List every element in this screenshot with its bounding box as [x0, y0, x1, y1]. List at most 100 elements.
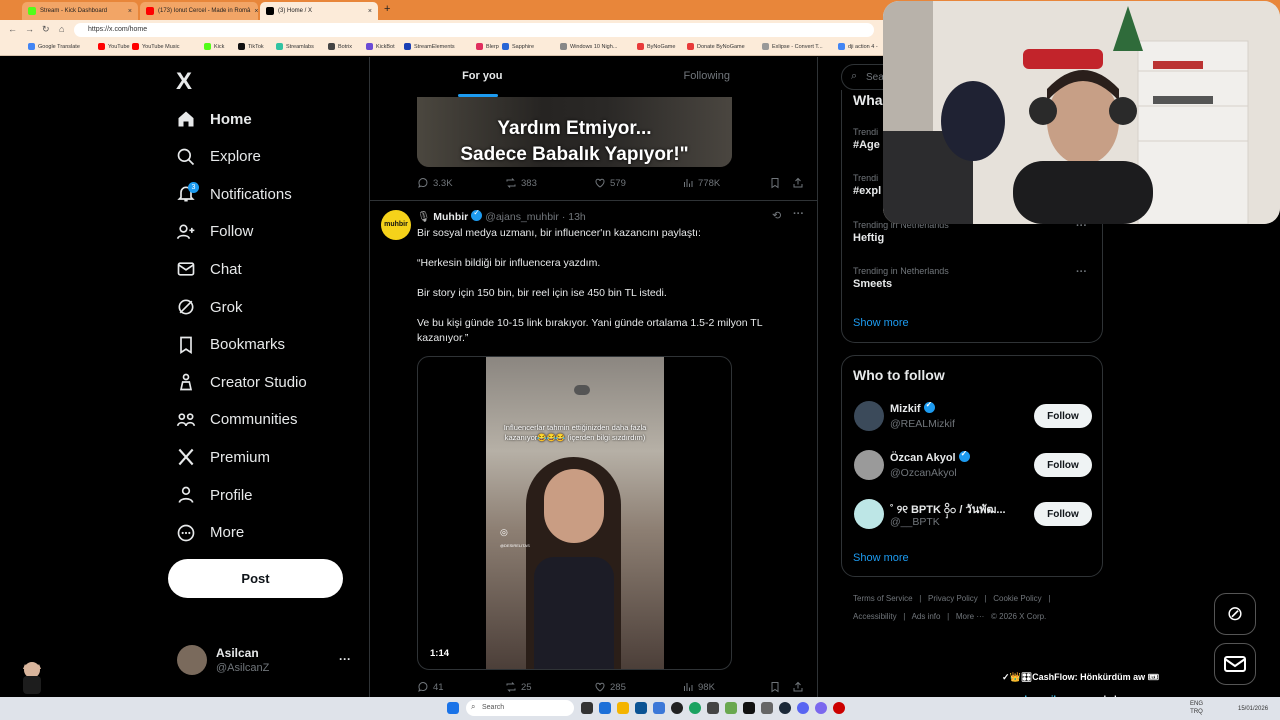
repost-button[interactable]: 383 — [505, 177, 537, 189]
sidebar-item-explore[interactable]: Explore — [176, 143, 261, 171]
views-button[interactable]: 98K — [682, 681, 715, 693]
windows-start-icon[interactable] — [447, 702, 459, 714]
sidebar-item-home[interactable]: Home — [176, 105, 252, 133]
discord-icon[interactable] — [797, 702, 809, 714]
bookmark-item[interactable]: Streamlabs — [276, 43, 314, 50]
sidebar-item-bookmarks[interactable]: Bookmarks — [176, 331, 285, 359]
footer-link[interactable]: Ads info — [912, 612, 941, 621]
follow-suggestion[interactable]: Mizkif @REALMizkif Follow — [854, 401, 1092, 437]
sidebar-item-follow[interactable]: Follow — [176, 218, 253, 246]
bookmark-item[interactable]: dji action 4 - — [838, 43, 878, 50]
avatar[interactable]: muhbir — [381, 210, 411, 240]
like-button[interactable]: 285 — [594, 681, 626, 693]
browser-tab-active[interactable]: (3) Home / X × — [260, 2, 378, 20]
reply-button[interactable]: 3.3K — [417, 177, 453, 189]
bookmark-item[interactable]: Exlipse - Convert T... — [762, 43, 823, 50]
tab-for-you[interactable]: For you — [370, 57, 595, 97]
share-button[interactable] — [792, 681, 804, 693]
follow-button[interactable]: Follow — [1034, 453, 1092, 477]
sidebar-item-profile[interactable]: Profile — [176, 481, 253, 509]
address-bar[interactable]: https://x.com/home — [74, 23, 874, 37]
bookmark-button[interactable] — [769, 177, 781, 189]
steam-icon[interactable] — [779, 702, 791, 714]
messages-button[interactable] — [1214, 643, 1256, 685]
app-icon[interactable] — [635, 702, 647, 714]
bookmark-item[interactable]: Windows 10 Nigh... — [560, 43, 617, 50]
bookmark-item[interactable]: TikTok — [238, 43, 264, 50]
avatar[interactable] — [854, 450, 884, 480]
sidebar-item-creator-studio[interactable]: Creator Studio — [176, 368, 307, 396]
footer-link[interactable]: Accessibility — [853, 612, 897, 621]
sidebar-item-premium[interactable]: Premium — [176, 443, 270, 471]
language-indicator[interactable]: ENG TRQ — [1190, 700, 1203, 716]
show-more-trends[interactable]: Show more — [853, 317, 909, 329]
chrome-icon[interactable] — [689, 702, 701, 714]
sidebar-item-grok[interactable]: Grok — [176, 293, 243, 321]
avatar[interactable] — [177, 645, 207, 675]
more-options-icon[interactable]: ··· — [1076, 266, 1087, 278]
reply-button[interactable]: 41 — [417, 681, 444, 693]
file-explorer-icon[interactable] — [617, 702, 629, 714]
avatar[interactable] — [854, 499, 884, 529]
footer-more-link[interactable]: More ··· — [956, 612, 984, 621]
app-icon[interactable] — [725, 702, 737, 714]
footer-link[interactable]: Cookie Policy — [993, 594, 1041, 603]
avatar[interactable] — [854, 401, 884, 431]
app-icon[interactable] — [833, 702, 845, 714]
bookmark-item[interactable]: Blerp — [476, 43, 499, 50]
sidebar-item-chat[interactable]: Chat — [176, 255, 242, 283]
app-icon[interactable] — [815, 702, 827, 714]
reload-icon[interactable]: ↻ — [42, 24, 50, 35]
tweet-time[interactable]: · 13h — [562, 211, 586, 223]
like-button[interactable]: 579 — [594, 177, 626, 189]
account-menu-icon[interactable]: ··· — [339, 652, 351, 666]
follow-button[interactable]: Follow — [1034, 502, 1092, 526]
follow-button[interactable]: Follow — [1034, 404, 1092, 428]
show-more-follow[interactable]: Show more — [853, 552, 909, 564]
browser-tab[interactable]: Stream - Kick Dashboard × — [22, 2, 138, 20]
bookmark-item[interactable]: Google Translate — [28, 43, 80, 50]
author-handle[interactable]: @ajans_muhbir — [485, 211, 559, 223]
trend-item[interactable]: Trendi #Age — [853, 127, 880, 151]
app-icon[interactable] — [761, 702, 773, 714]
repost-button[interactable]: 25 — [505, 681, 532, 693]
x-app-icon[interactable] — [743, 702, 755, 714]
more-options-icon[interactable]: ··· — [793, 208, 804, 220]
app-icon[interactable] — [707, 702, 719, 714]
bookmark-item[interactable]: YouTube Music — [132, 43, 180, 50]
clock-date[interactable]: 15/01/2026 — [1238, 706, 1268, 712]
close-icon[interactable]: × — [128, 8, 132, 15]
tweet-media[interactable]: Yardım Etmiyor... Sadece Babalık Yapıyor… — [417, 97, 732, 167]
bookmark-item[interactable]: ByNoGame — [637, 43, 675, 50]
app-icon[interactable] — [599, 702, 611, 714]
bookmark-item[interactable]: Donate ByNoGame — [687, 43, 745, 50]
views-button[interactable]: 778K — [682, 177, 720, 189]
follow-suggestion[interactable]: Özcan Akyol @OzcanAkyol Follow — [854, 450, 1092, 486]
account-name[interactable]: Asilcan — [216, 646, 259, 660]
close-icon[interactable]: × — [368, 8, 372, 15]
home-icon[interactable]: ⌂ — [59, 24, 64, 34]
bookmark-item[interactable]: Kick — [204, 43, 224, 50]
follow-suggestion[interactable]: ˚ ୨୧ BPTK ၀ှိ၀ / วันพัฒ... @__BPTK Follo… — [854, 499, 1092, 535]
app-icon[interactable] — [671, 702, 683, 714]
back-icon[interactable]: ← — [8, 24, 17, 34]
tab-following[interactable]: Following — [595, 57, 818, 97]
post-button[interactable]: Post — [168, 559, 343, 598]
bookmark-item[interactable]: YouTube — [98, 43, 130, 50]
sidebar-item-more[interactable]: More — [176, 519, 244, 547]
footer-link[interactable]: Terms of Service — [853, 594, 913, 603]
new-tab-button[interactable]: + — [384, 3, 390, 15]
grok-icon[interactable]: ⟲ — [772, 209, 781, 222]
trend-item[interactable]: Trending in Netherlands Smeets — [853, 266, 949, 290]
app-icon[interactable] — [653, 702, 665, 714]
bookmark-button[interactable] — [769, 681, 781, 693]
bookmark-item[interactable]: Botrix — [328, 43, 352, 50]
share-button[interactable] — [792, 177, 804, 189]
author-name[interactable]: Muhbir — [433, 211, 468, 223]
x-logo-icon[interactable]: X — [176, 68, 192, 96]
forward-icon[interactable]: → — [25, 24, 34, 34]
bookmark-item[interactable]: Sapphire — [502, 43, 534, 50]
close-icon[interactable]: × — [254, 8, 258, 15]
grok-icon[interactable]: ⊘ — [1214, 593, 1256, 635]
bookmark-item[interactable]: KickBot — [366, 43, 395, 50]
